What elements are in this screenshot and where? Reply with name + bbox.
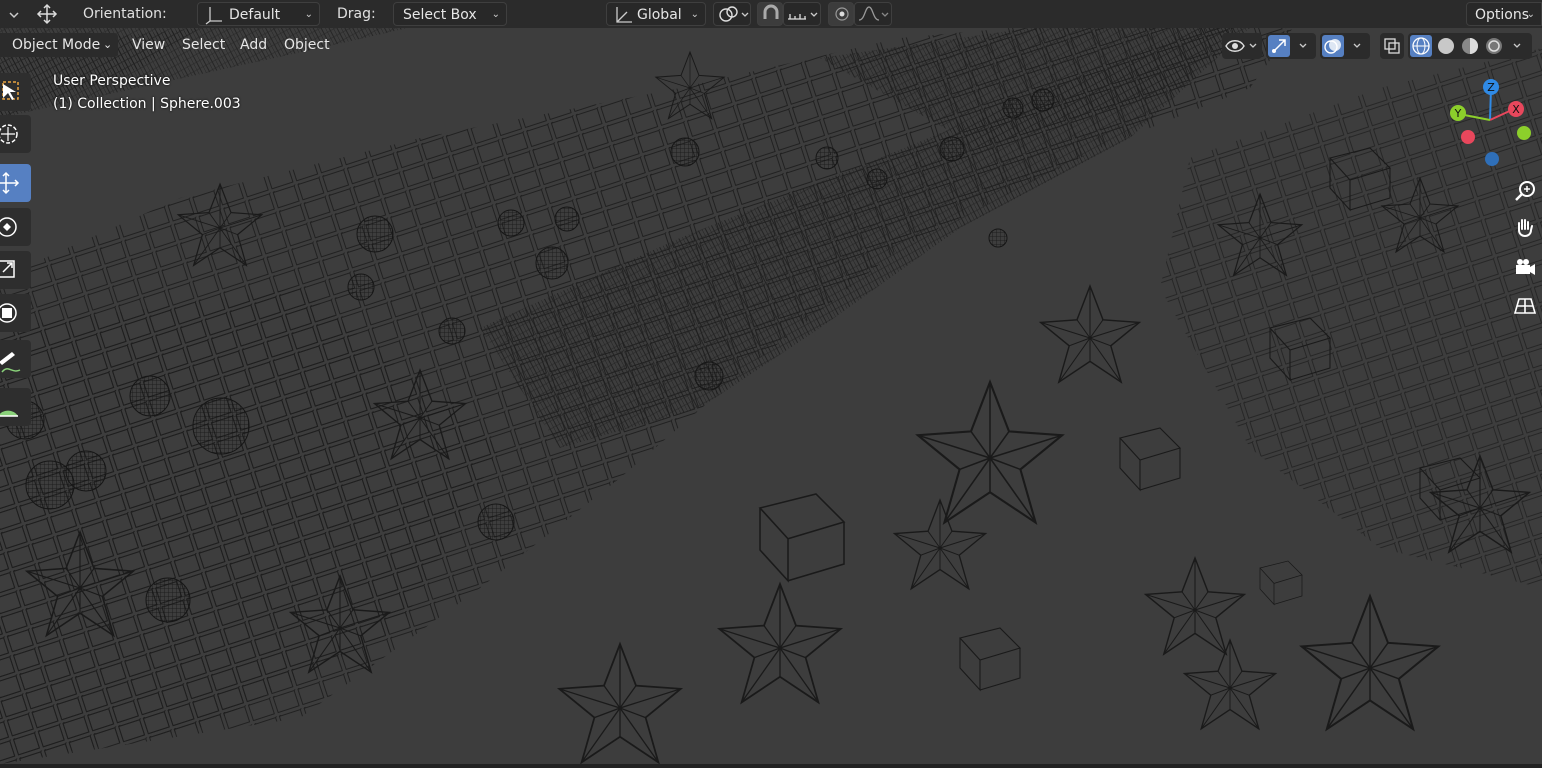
3d-viewport[interactable]: User Perspective (1) Collection | Sphere… (0, 28, 1542, 764)
chevron-down-icon[interactable] (1510, 33, 1530, 59)
drag-label: Drag: (337, 6, 376, 22)
chevron-down-icon (1299, 43, 1307, 48)
transform-orientation-dropdown[interactable]: Global ⌄ (606, 2, 706, 26)
pivot-link-icon (719, 6, 749, 22)
perspective-label: User Perspective (53, 73, 171, 89)
chevron-down-icon: ⌄ (304, 9, 313, 20)
measure-tool[interactable] (0, 388, 31, 426)
wireframe-shading-button[interactable] (1410, 35, 1432, 57)
measure-icon (0, 410, 18, 417)
select-box-tool[interactable] (0, 73, 31, 111)
perspective-toggle-button[interactable] (1510, 291, 1540, 321)
wireframe-scene (0, 28, 1542, 764)
drag-value: Select Box (403, 7, 477, 23)
gizmo-arrow-icon (1272, 39, 1286, 53)
orientation-value: Default (229, 7, 281, 23)
menu-view[interactable]: View (132, 33, 165, 57)
rotate-icon (0, 217, 17, 237)
overlays-icon (1324, 39, 1341, 54)
snap-toggle-button[interactable] (757, 2, 783, 26)
transform-space-value: Global (637, 7, 682, 23)
solid-sphere-icon[interactable] (1435, 33, 1457, 59)
chevron-down-icon: ⌄ (1526, 9, 1535, 20)
global-axes-icon (616, 7, 632, 23)
navigation-gizmo[interactable]: Z X Y (1442, 74, 1542, 174)
snap-target-button[interactable] (783, 2, 821, 26)
transform-tool[interactable] (0, 294, 31, 332)
select-box-icon (2, 81, 19, 100)
y-axis-label: Y (1454, 107, 1462, 120)
gizmo-toggle-button[interactable] (1268, 35, 1290, 57)
falloff-curve-icon (858, 6, 889, 21)
chevron-down-icon (9, 12, 19, 19)
magnet-icon (763, 4, 779, 19)
overlays-toggle-button[interactable] (1322, 35, 1344, 57)
mode-label: Object Mode (12, 37, 101, 53)
tool-settings-bar: Orientation: Default ⌄ Drag: Select Box … (0, 0, 1542, 28)
grid-icon (1513, 298, 1537, 314)
transform-icon (0, 303, 17, 323)
cursor-icon (0, 124, 18, 144)
menu-object[interactable]: Object (284, 33, 330, 57)
chevron-down-icon: ⌄ (103, 38, 113, 51)
xray-toggle[interactable] (1380, 33, 1404, 59)
orientation-axes-icon (205, 7, 222, 25)
gizmo-toggle-group[interactable] (1266, 33, 1316, 59)
pan-button[interactable] (1510, 214, 1540, 244)
transform-pivot-button[interactable] (30, 2, 64, 26)
annotate-icon (0, 352, 21, 373)
neg-y-axis-handle[interactable] (1517, 126, 1531, 140)
pivot-point-button[interactable] (713, 2, 751, 26)
shading-group[interactable] (1408, 33, 1532, 59)
camera-icon (1516, 259, 1535, 275)
wireframe-sphere-icon (1412, 37, 1430, 55)
zoom-icon (1515, 181, 1535, 201)
options-dropdown[interactable]: Options ⌄ (1466, 2, 1542, 26)
mode-dropdown[interactable]: Object Mode ⌄ (0, 33, 118, 57)
rotate-tool[interactable] (0, 208, 31, 246)
move-icon (0, 171, 20, 195)
move-tool[interactable] (0, 164, 31, 202)
eye-icon (1225, 40, 1257, 52)
viewport-bottom-border (0, 764, 1542, 768)
proportional-edit-button[interactable] (828, 2, 854, 26)
zoom-button[interactable] (1510, 176, 1540, 206)
move-arrows-icon (36, 3, 58, 25)
select-mode-button[interactable] (0, 2, 20, 26)
rendered-sphere-icon[interactable] (1483, 33, 1505, 59)
annotate-tool[interactable] (0, 340, 31, 378)
x-axis-label: X (1512, 103, 1520, 116)
falloff-button[interactable] (854, 2, 892, 26)
snap-increment-icon (788, 12, 818, 20)
proportional-dot-icon (835, 7, 849, 21)
chevron-down-icon: ⌄ (690, 9, 699, 20)
cursor-tool[interactable] (0, 115, 31, 153)
drag-dropdown[interactable]: Select Box ⌄ (393, 2, 507, 26)
menu-add[interactable]: Add (240, 33, 267, 57)
collection-info: (1) Collection | Sphere.003 (53, 96, 241, 112)
visibility-group[interactable] (1222, 33, 1262, 59)
chevron-down-icon (1353, 43, 1361, 48)
chevron-down-icon: ⌄ (491, 9, 500, 20)
pan-hand-icon (1518, 219, 1533, 237)
camera-view-button[interactable] (1510, 253, 1540, 283)
neg-z-axis-handle[interactable] (1485, 152, 1499, 166)
overlays-group[interactable] (1320, 33, 1370, 59)
material-sphere-icon[interactable] (1459, 33, 1481, 59)
orientation-dropdown[interactable]: Default ⌄ (197, 2, 320, 26)
orientation-label: Orientation: (83, 6, 167, 22)
menu-select[interactable]: Select (182, 33, 225, 57)
scale-tool[interactable] (0, 251, 31, 289)
z-axis-label: Z (1487, 81, 1495, 94)
scale-icon (0, 260, 15, 278)
neg-x-axis-handle[interactable] (1461, 130, 1475, 144)
options-label: Options (1475, 7, 1530, 23)
xray-icon (1384, 38, 1400, 54)
